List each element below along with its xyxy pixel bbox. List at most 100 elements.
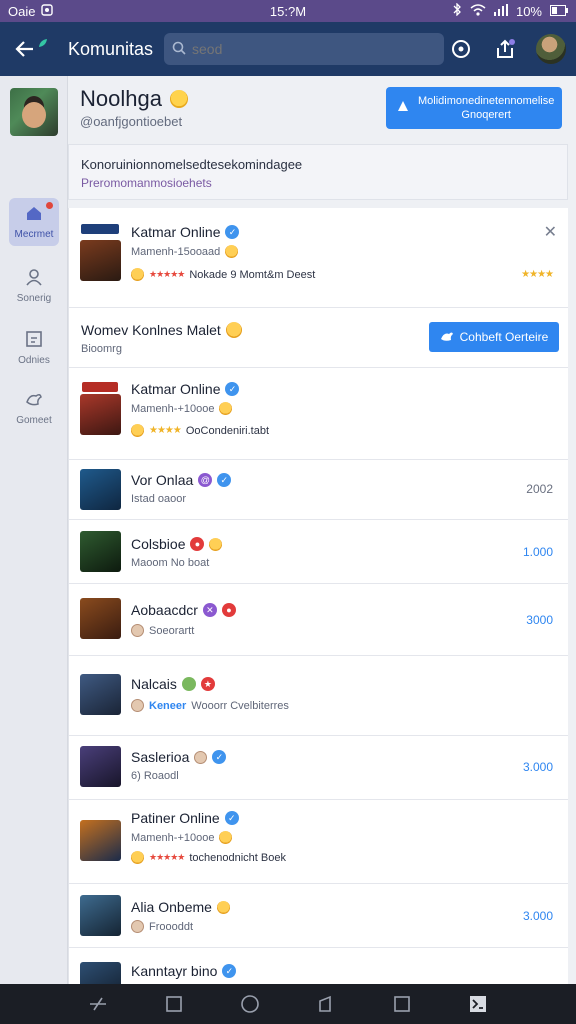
- target-icon[interactable]: [448, 36, 474, 62]
- list-item[interactable]: Kanntayr bino ✓: [69, 948, 568, 984]
- item-title: Katmar Online ✓: [131, 224, 240, 240]
- app-bar: Komunitas: [0, 22, 576, 76]
- item-title-text: Aobaacdcr: [131, 602, 198, 618]
- recent-apps-icon[interactable]: [315, 993, 337, 1015]
- item-title: Aobaacdcr ✕ ●: [131, 602, 236, 618]
- emoji-icon: [225, 245, 239, 258]
- item-title-text: Katmar Online: [131, 381, 221, 397]
- item-meta-text: tochenodnicht Boek: [189, 851, 286, 864]
- promo-button[interactable]: Cohbeft Oerteire: [429, 322, 559, 352]
- item-title-text: Patiner Online: [131, 810, 220, 826]
- item-title: Alia Onbeme: [131, 899, 230, 915]
- close-icon[interactable]: ✕: [544, 222, 557, 242]
- profile-avatar[interactable]: [10, 88, 58, 136]
- item-subtitle-text: Mamenh-+10ooe: [131, 831, 215, 844]
- verified-icon: ✓: [224, 811, 239, 825]
- item-title-text: Saslerioa: [131, 749, 190, 765]
- rail-item-label: Sonerig: [16, 293, 52, 304]
- home-icon: [24, 204, 44, 225]
- game-logo-banner: [81, 224, 119, 234]
- item-title-text: Kanntayr bino: [131, 963, 218, 979]
- profile-name: Noolhga: [80, 86, 188, 112]
- emoji-icon: [209, 537, 223, 551]
- item-title-text: Colsbioe: [131, 536, 186, 552]
- rail-item-label: Gomeet: [16, 415, 52, 426]
- item-value: 3.000: [522, 909, 553, 923]
- search-input[interactable]: [192, 41, 422, 57]
- list-item[interactable]: Saslerioa ✓ 6) Roaodl 3.000: [69, 736, 568, 800]
- item-title: Saslerioa ✓: [131, 749, 227, 765]
- person-icon: [24, 268, 44, 289]
- right-stars: ★★★★: [521, 266, 554, 280]
- rail-item-mecrmet[interactable]: Mecrmet: [9, 198, 59, 246]
- rail-item-odnies[interactable]: Odnies: [9, 324, 59, 372]
- item-subtitle: Froooddt: [131, 920, 193, 933]
- list-item[interactable]: Katmar Online ✓ Mamenh-+10ooe ★★★★ OoConde…: [69, 368, 568, 460]
- list-item[interactable]: Alia Onbeme Froooddt 3.000: [69, 884, 568, 948]
- game-thumbnail: [80, 895, 121, 936]
- item-title: Patiner Online ✓: [131, 810, 239, 826]
- system-nav-bar: [0, 984, 576, 1024]
- share-icon[interactable]: [492, 36, 518, 62]
- rating-stars: ★★★★: [149, 425, 182, 436]
- banner-title: Konoruinionnomelsedtesekomindagee: [81, 157, 303, 172]
- item-subtitle-text: Mamenh-15ooaad: [131, 245, 221, 258]
- person-add-icon: [396, 99, 410, 117]
- list-item[interactable]: Vor Onlaa @ ✓ Istad oaoor 2002: [69, 460, 568, 520]
- item-title: Colsbioe ●: [131, 536, 223, 552]
- follow-button-line1: Molidimonedinetennomelise: [418, 95, 555, 107]
- overview-icon[interactable]: [391, 993, 413, 1015]
- verified-icon: ✓: [225, 382, 240, 396]
- status-bar: Oaie 15:?M 10%: [0, 0, 576, 22]
- item-title-text: Nalcais: [131, 676, 177, 692]
- badge-icon: ★: [200, 677, 215, 691]
- item-value: 2002: [526, 482, 553, 496]
- item-subtitle-text: Froooddt: [149, 920, 194, 933]
- game-logo-banner: [82, 382, 118, 392]
- item-meta: ★★★★ OoCondeniri.tabt: [131, 424, 269, 437]
- emoji-icon: [131, 851, 144, 864]
- item-title-text: Vor Onlaa: [131, 472, 194, 488]
- info-banner[interactable]: Konoruinionnomelsedtesekomindagee Prerom…: [68, 144, 568, 200]
- rail-item-sonerig[interactable]: Sonerig: [9, 262, 59, 310]
- wifi-icon: [470, 3, 486, 19]
- list-item[interactable]: Nalcais ★ Keneer Wooorr Cvelbiterres: [69, 656, 568, 736]
- emoji-icon: [216, 900, 230, 914]
- square-icon[interactable]: [163, 993, 185, 1015]
- item-subtitle-text: Soeorartt: [149, 624, 195, 637]
- item-subtitle: Maoom No boat: [131, 557, 210, 569]
- item-meta-text: OoCondeniri.tabt: [185, 424, 270, 437]
- game-thumbnail: [80, 962, 121, 984]
- follow-button[interactable]: Molidimonedinetennomelise Gnoqerert: [386, 87, 562, 129]
- emoji-icon: [131, 268, 144, 281]
- profile-header: Noolhga @oanfjgontioebet Molidimonedinet…: [68, 76, 576, 140]
- home-circle-icon[interactable]: [239, 993, 261, 1015]
- user-avatar[interactable]: [536, 34, 566, 64]
- item-subtitle: Istad oaoor: [131, 493, 187, 505]
- search-icon: [172, 41, 186, 58]
- emoji-icon: [131, 424, 144, 437]
- item-title: Katmar Online ✓: [131, 381, 240, 397]
- verified-icon: ✓: [212, 750, 227, 764]
- left-rail: ✓ Mecrmet Sonerig Odnies Gomeet: [0, 76, 68, 984]
- verified-icon: ✓: [217, 473, 232, 487]
- item-meta-text: Nokade 9 Momt&m Deest: [189, 268, 316, 281]
- search-bar[interactable]: [164, 33, 444, 65]
- keyboard-icon[interactable]: [467, 993, 489, 1015]
- carrier-label: Oaie: [8, 3, 36, 19]
- face-icon: [131, 699, 144, 712]
- list-item[interactable]: Katmar Online ✓ Mamenh-15ooaad ★★★★★ Nokad…: [69, 208, 568, 308]
- rail-item-gomeet[interactable]: Gomeet: [9, 384, 59, 432]
- back-gesture-icon[interactable]: [87, 993, 109, 1015]
- bluetooth-icon: [452, 2, 462, 19]
- item-title: Vor Onlaa @ ✓: [131, 472, 232, 488]
- item-title: Nalcais ★: [131, 676, 215, 692]
- list-item[interactable]: Aobaacdcr ✕ ● Soeorartt 3000: [69, 584, 568, 656]
- back-arrow-icon[interactable]: [10, 34, 40, 64]
- leaf-icon: [38, 35, 48, 47]
- emoji-icon: [225, 322, 242, 338]
- item-subtitle: Mamenh-+10ooe: [131, 402, 233, 415]
- list-item[interactable]: Colsbioe ● Maoom No boat 1.000: [69, 520, 568, 584]
- list-item-promo[interactable]: Womev Konlnes Malet Bioomrg Cohbeft Oert…: [69, 308, 568, 368]
- list-item[interactable]: Patiner Online ✓ Mamenh-+10ooe ★★★★★ toche…: [69, 800, 568, 884]
